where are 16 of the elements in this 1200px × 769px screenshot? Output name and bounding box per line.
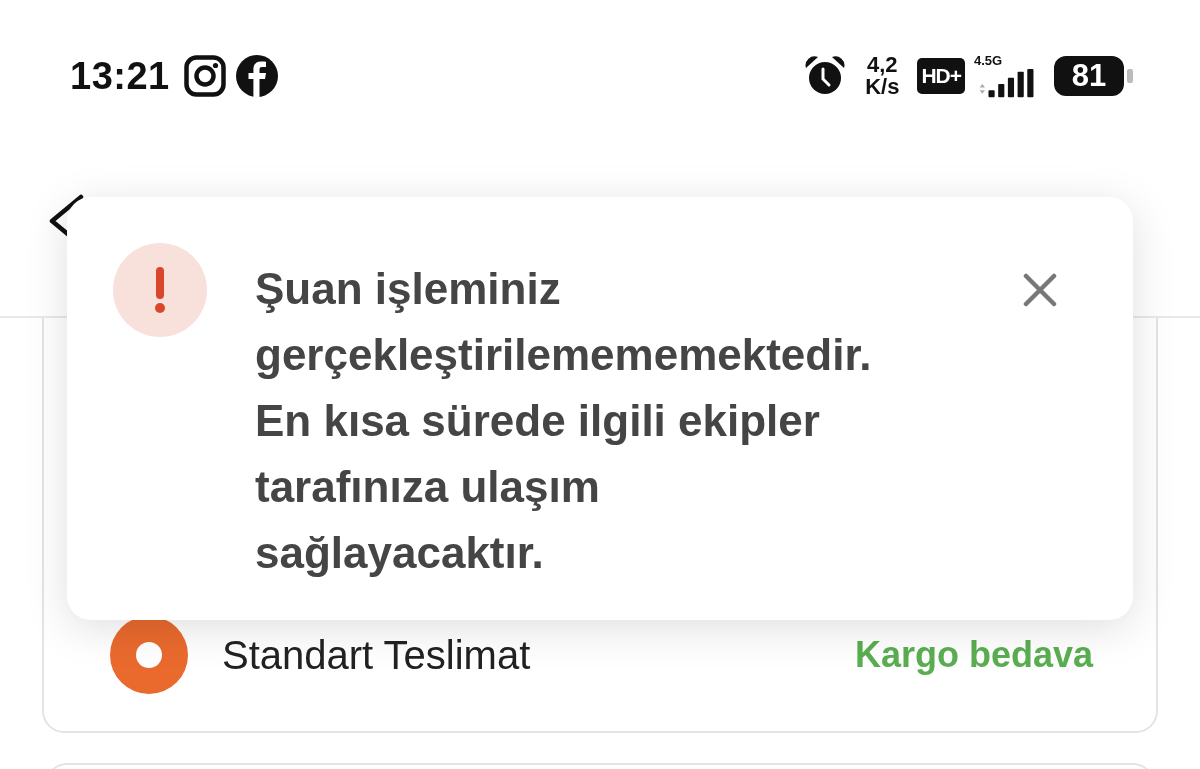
alert-message: Şuan işleminiz gerçekleştirilemememektedir. En kısa sürede ilgili ekipler tarafınıza ulaşım sağlayacaktır. bbox=[255, 263, 873, 579]
camera-outline-icon bbox=[183, 55, 226, 97]
exclamation-circle-icon bbox=[113, 243, 207, 337]
network-speed-unit: K/s bbox=[865, 76, 900, 98]
network-type-label: 4.5G bbox=[974, 53, 1004, 67]
option-price: Kargo bedava bbox=[854, 634, 1093, 676]
close-button[interactable] bbox=[1023, 273, 1057, 307]
letter-f-circle-icon bbox=[235, 55, 278, 97]
battery-indicator: 81 bbox=[1054, 56, 1124, 96]
close-icon bbox=[1023, 273, 1057, 307]
hd-voice-badge: HD+ bbox=[917, 58, 965, 94]
option-label: Standart Teslimat bbox=[222, 632, 531, 678]
network-speed-value: 4,2 bbox=[866, 54, 898, 76]
battery-cap-icon bbox=[1127, 69, 1133, 83]
alarm-clock-icon bbox=[805, 56, 846, 96]
status-time: 13:21 bbox=[70, 54, 170, 98]
